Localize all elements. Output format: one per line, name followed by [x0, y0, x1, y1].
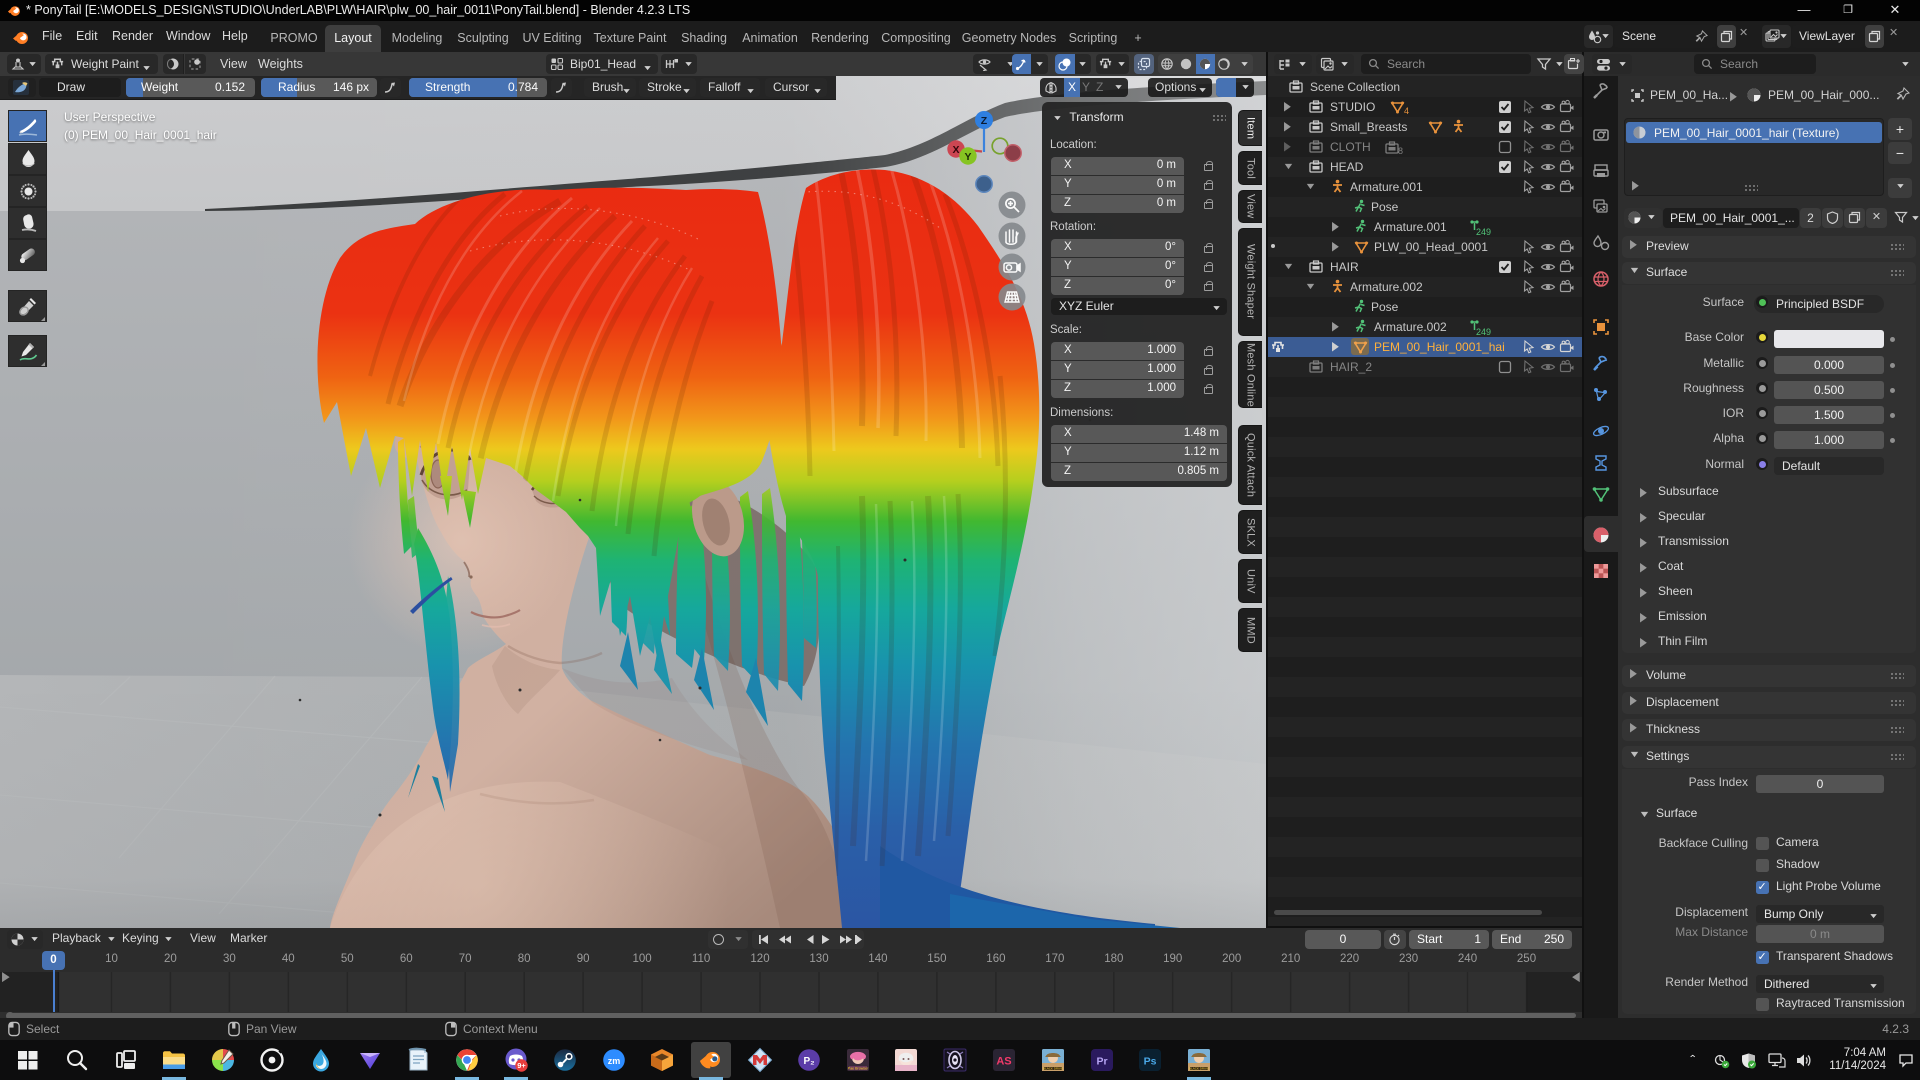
svg-text:AS: AS	[996, 1056, 1011, 1068]
svg-text:X: X	[952, 144, 959, 156]
svg-text:Pr: Pr	[1096, 1056, 1107, 1068]
svg-text:Pae Browser: Pae Browser	[848, 1066, 869, 1070]
svg-text:zm: zm	[608, 1056, 621, 1066]
svg-text:Y: Y	[964, 151, 971, 163]
svg-text:9+: 9+	[517, 1061, 526, 1070]
svg-text:Ps: Ps	[1144, 1056, 1157, 1068]
svg-text:BLACK DRIVE: BLACK DRIVE	[1189, 1067, 1209, 1071]
svg-text:P₂: P₂	[803, 1056, 814, 1067]
svg-text:BLACK DRIVE: BLACK DRIVE	[1043, 1067, 1063, 1071]
svg-text:Z: Z	[981, 115, 988, 127]
